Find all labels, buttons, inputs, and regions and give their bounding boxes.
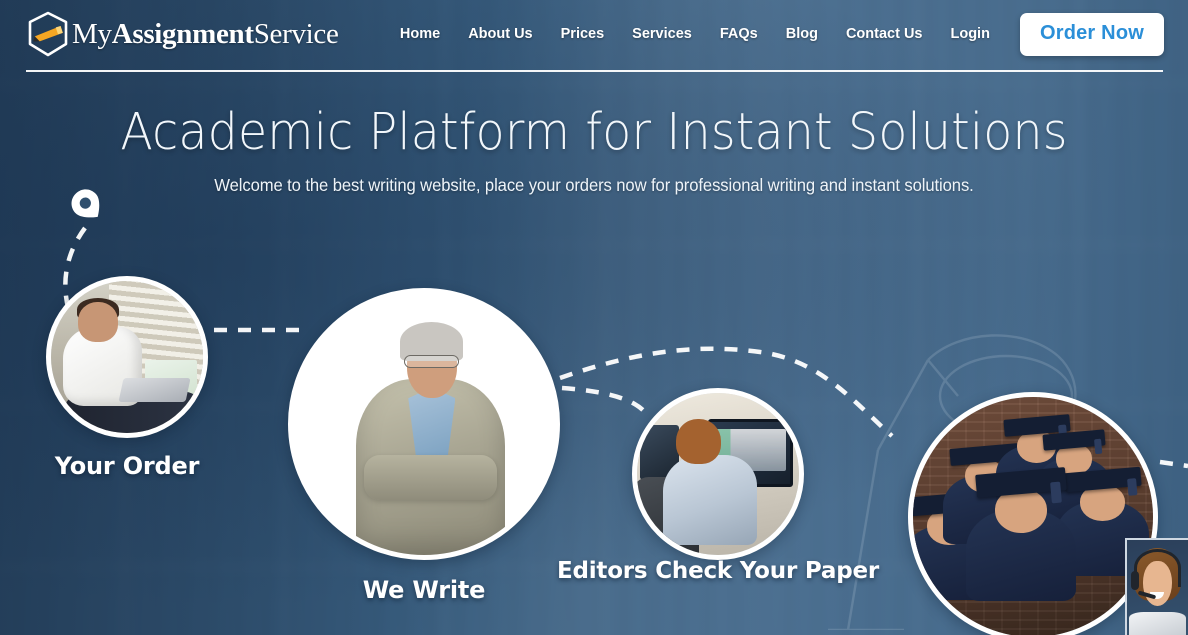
main-navigation: Home About Us Prices Services FAQs Blog … [386,12,1164,56]
live-chat-agent-widget[interactable] [1125,538,1188,635]
hero-heading: Academic Platform for Instant Solutions [120,103,1068,162]
logo-word-my: My [72,17,112,50]
step-image-we-write [288,288,560,560]
step-label-your-order: Your Order [54,452,200,480]
step-image-your-order [46,276,208,438]
process-step-we-write[interactable]: We Write [288,288,560,604]
process-step-editors-check[interactable]: Editors Check Your Paper [557,388,879,584]
pencil-hexagon-logo-icon [28,11,68,57]
order-now-button[interactable]: Order Now [1019,12,1164,56]
hero-section: Academic Platform for Instant Solutions … [0,104,1188,196]
step-image-editors-check [632,388,804,560]
process-step-graduation[interactable] [908,392,1158,635]
nav-item-home[interactable]: Home [386,20,454,48]
step-label-we-write: We Write [362,576,486,604]
headset-icon [1134,548,1181,587]
logo-word-assignment: Assignment [111,17,254,50]
nav-item-contact-us[interactable]: Contact Us [832,20,937,48]
hero-subheading: Welcome to the best writing website, pla… [214,175,974,196]
nav-item-services[interactable]: Services [618,20,706,48]
page-root: MyAssignmentService Home About Us Prices… [0,0,1188,635]
header-divider-rule [26,70,1163,72]
step-image-graduation [908,392,1158,635]
nav-item-prices[interactable]: Prices [547,20,619,48]
nav-item-blog[interactable]: Blog [772,20,832,48]
nav-item-login[interactable]: Login [936,20,1003,48]
nav-item-faqs[interactable]: FAQs [706,20,772,48]
process-steps: Your Order We Write Editors Check Your P… [0,0,1188,635]
process-step-your-order[interactable]: Your Order [46,276,208,480]
step-label-editors-check: Editors Check Your Paper [556,558,880,584]
site-logo[interactable]: MyAssignmentService [26,11,339,57]
nav-item-about-us[interactable]: About Us [454,20,546,48]
logo-wordmark: MyAssignmentService [72,17,339,50]
site-header: MyAssignmentService Home About Us Prices… [0,0,1188,84]
logo-word-service: Service [253,17,339,50]
